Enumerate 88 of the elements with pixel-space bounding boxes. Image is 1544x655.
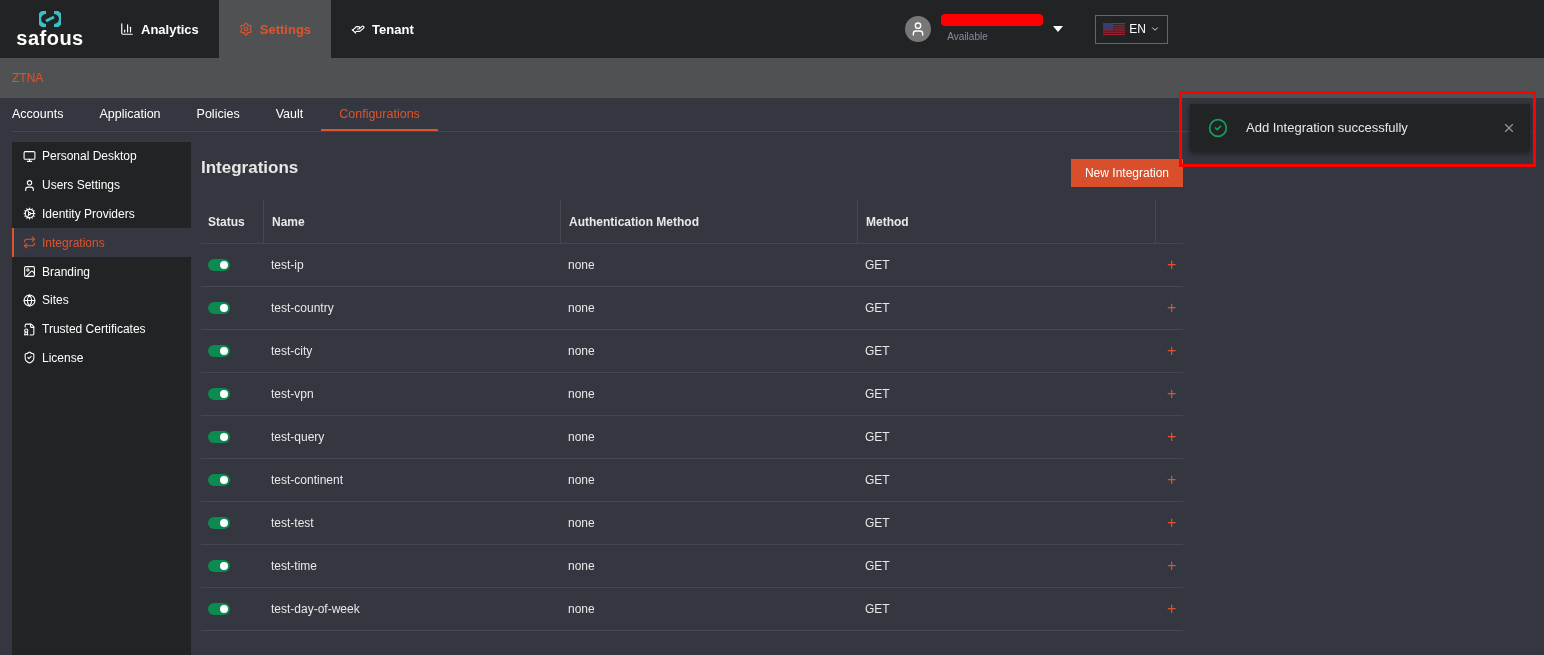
user-icon [23,178,36,192]
bar-chart-icon [120,22,134,36]
table-cell: none [568,258,595,272]
sidebar-item[interactable]: Branding [12,257,191,286]
status-toggle[interactable] [208,388,230,400]
column-header: Authentication Method [569,214,699,229]
repeat-icon [23,236,36,250]
user-status: Available [946,31,988,42]
table-cell: GET [865,387,890,401]
table-cell: test-ip [271,258,304,272]
column-header: Method [866,214,909,229]
logo-text: safous [16,27,84,48]
sidebar-item[interactable]: Identity Providers [12,199,191,229]
table-cell: GET [865,430,890,444]
logo-icon [39,10,61,27]
avatar[interactable] [905,16,932,42]
status-toggle[interactable] [208,517,230,529]
status-toggle[interactable] [208,560,230,572]
tab[interactable]: Application [81,98,179,131]
table-cell: none [568,344,595,358]
table-cell: test-continent [271,473,344,487]
language-button[interactable]: EN [1095,14,1168,44]
status-toggle[interactable] [208,345,230,357]
gear-icon [23,207,36,221]
table-cell: test-city [271,344,313,358]
tab[interactable]: Policies [178,98,258,131]
table-cell: none [568,301,595,315]
status-toggle[interactable] [208,259,230,271]
flag-icon [1103,22,1126,36]
sidebar-label: Integrations [42,235,105,250]
nav-tab[interactable]: Tenant [331,0,434,58]
tab[interactable]: Accounts [12,98,82,131]
table-cell: test-query [271,430,325,444]
tab[interactable]: Vault [257,98,322,131]
table-cell: GET [865,301,890,315]
sidebar-label: Personal Desktop [42,149,137,164]
column-header: Status [208,214,245,229]
table-cell: test-country [271,301,334,315]
table-cell: none [568,430,595,444]
page-title: Integrations [201,158,299,178]
table-cell: GET [865,602,890,616]
toast-message: Add Integration successfully [1246,120,1409,135]
certificate-icon [23,322,36,336]
nav-tab[interactable]: Analytics [100,0,219,58]
nav-label: Tenant [372,21,414,37]
status-toggle[interactable] [208,431,230,443]
column-header: Name [272,214,305,229]
section-title: ZTNA [12,71,44,85]
table-cell: GET [865,516,890,530]
table-cell: none [568,559,595,573]
hand-icon [351,22,366,36]
sidebar-label: Identity Providers [42,207,135,221]
monitor-icon [23,149,36,163]
sidebar-item[interactable]: Users Settings [12,170,191,200]
table-cell: GET [865,559,890,573]
nav-label: Analytics [141,21,199,37]
status-toggle[interactable] [208,474,230,486]
sidebar-item[interactable]: Trusted Certificates [12,314,191,344]
table-cell: test-test [271,516,314,530]
sidebar-item[interactable]: Sites [12,286,191,315]
table-cell: none [568,516,595,530]
sidebar-item[interactable]: License [12,343,191,373]
table-cell: test-day-of-week [271,602,360,616]
globe-icon [23,293,36,307]
nav-label: Settings [259,21,312,37]
sidebar-label: License [42,350,84,365]
table-cell: GET [865,473,890,487]
check-circle-icon [1208,117,1228,138]
sidebar-item[interactable]: Personal Desktop [12,142,191,171]
caret-icon [1150,24,1160,34]
table-cell: none [568,602,595,616]
sidebar-label: Trusted Certificates [42,322,146,337]
shield-check-icon [23,351,36,365]
image-icon [23,265,36,279]
table-cell: test-time [271,559,317,573]
new-integration-button[interactable]: New Integration [1070,159,1183,187]
table-cell: test-vpn [271,387,314,401]
sidebar-label: Users Settings [42,178,121,193]
table-cell: none [568,473,595,487]
status-toggle[interactable] [208,302,230,314]
table-cell: GET [865,258,890,272]
caret-icon[interactable] [1053,26,1064,32]
settings-icon [238,22,253,36]
table-cell: none [568,387,595,401]
status-toggle[interactable] [208,603,230,615]
table-cell: GET [865,344,890,358]
sidebar-label: Sites [42,293,69,308]
sidebar-label: Branding [42,264,91,279]
